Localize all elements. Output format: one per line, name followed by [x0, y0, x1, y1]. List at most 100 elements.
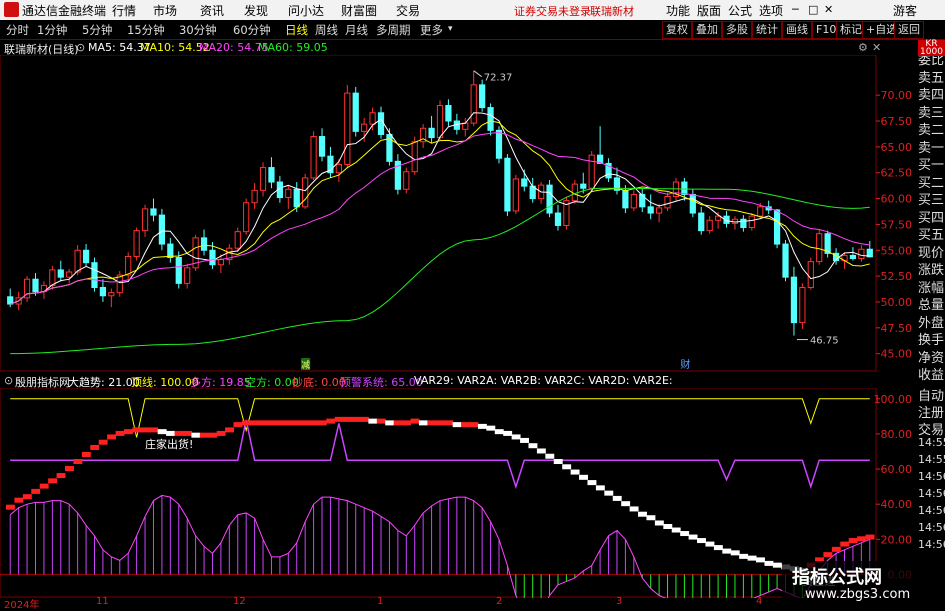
indicator-expand-icon[interactable]: ⊙ [4, 374, 13, 387]
side-panel-item[interactable]: 收益 [918, 364, 945, 383]
candlestick-chart[interactable]: 45.00 47.50 50.00 52.50 55.00 57.50 60.00 62.50… [0, 55, 912, 372]
tab-15min[interactable]: 15分钟 [127, 22, 165, 38]
side-panel-item[interactable]: 买五 [918, 224, 945, 243]
candle [259, 167, 267, 191]
trend-block [123, 429, 133, 435]
menu-item-trade[interactable]: 交易 [396, 2, 420, 19]
candle [630, 193, 637, 209]
tab-multi-period[interactable]: 多周期 [376, 22, 411, 38]
side-panel-item[interactable]: 现价 [918, 242, 945, 261]
trend-block [621, 501, 631, 507]
menu-item-function[interactable]: 功能 [666, 2, 690, 19]
side-panel-item[interactable]: 买三 [918, 189, 945, 208]
side-panel-item[interactable]: 14:56 [918, 470, 945, 483]
menu-item-market[interactable]: 市场 [153, 2, 177, 19]
y-tick-label: 45.00 [881, 348, 913, 361]
watermark-url: www.zbgs3.com [805, 587, 911, 602]
settings-gear-icon[interactable]: ⚙ [858, 41, 868, 54]
side-panel-item[interactable]: 净资 [918, 347, 945, 366]
candle [757, 206, 764, 217]
menu-item-layout[interactable]: 版面 [697, 2, 721, 19]
side-panel-item[interactable]: 卖三 [918, 102, 945, 121]
side-panel-item[interactable]: 14:55 [918, 453, 945, 466]
adjust-button[interactable]: 复权 [662, 21, 692, 39]
trend-block [511, 434, 521, 440]
candle [200, 237, 208, 251]
menu-item-news[interactable]: 资讯 [200, 2, 224, 19]
menu-item-quotes[interactable]: 行情 [112, 2, 136, 19]
side-panel-item[interactable]: 卖二 [918, 119, 945, 138]
side-panel-item[interactable]: 卖四 [918, 84, 945, 103]
side-panel-item[interactable]: 卖一 [918, 137, 945, 156]
close-icon[interactable]: ✕ [824, 3, 833, 16]
trend-block [73, 459, 83, 465]
tab-60min[interactable]: 60分钟 [233, 22, 271, 38]
side-panel-item[interactable]: 14:56 [918, 521, 945, 534]
tab-30min[interactable]: 30分钟 [179, 22, 217, 38]
y-tick-label: 55.00 [881, 244, 913, 257]
kr-badge[interactable]: KR 1000 [918, 40, 945, 57]
chart-close-icon[interactable]: ✕ [872, 41, 881, 54]
candle [689, 193, 696, 214]
trend-block [216, 430, 226, 436]
maximize-icon[interactable]: □ [808, 3, 818, 16]
trend-block [764, 560, 774, 566]
side-panel-item[interactable]: 总量 [918, 294, 945, 313]
trend-block [317, 420, 327, 426]
menu-item-options[interactable]: 选项 [759, 2, 783, 19]
tab-daily[interactable]: 日线 [285, 22, 308, 38]
side-panel-item[interactable]: 卖五 [918, 67, 945, 86]
side-panel-item[interactable]: 换手 [918, 329, 945, 348]
side-panel-item[interactable]: 14:56 [918, 538, 945, 551]
trend-block [562, 464, 572, 470]
side-panel-item[interactable]: 14:56 [918, 487, 945, 500]
y-tick-label: 70.00 [881, 89, 913, 102]
login-warning[interactable]: 证券交易未登录 [514, 3, 591, 19]
candle [49, 269, 56, 286]
back-button[interactable]: 返回 [894, 21, 924, 39]
y-tick-label: 67.50 [881, 115, 913, 128]
trend-block [258, 420, 268, 426]
tab-timeshare[interactable]: 分时 [6, 22, 29, 38]
trend-block [191, 432, 201, 438]
trend-block [545, 453, 555, 459]
tab-5min[interactable]: 5分钟 [82, 22, 112, 38]
tab-weekly[interactable]: 周线 [315, 22, 338, 38]
trend-block [629, 506, 639, 512]
tab-more[interactable]: 更多 [420, 22, 443, 38]
expand-icon[interactable]: ⊙ [76, 41, 85, 54]
menu-item-ask[interactable]: 问小达 [288, 2, 324, 19]
minimize-icon[interactable]: ─ [792, 3, 799, 16]
side-panel-item[interactable]: 涨幅 [918, 277, 945, 296]
candle [116, 274, 123, 294]
side-panel-item[interactable]: 涨跌 [918, 259, 945, 278]
statistics-button[interactable]: 统计 [752, 21, 782, 39]
trend-block [772, 562, 782, 568]
side-panel-item[interactable]: 买二 [918, 172, 945, 191]
candle [234, 231, 241, 249]
trend-block [680, 531, 690, 537]
side-panel-item[interactable]: 买一 [918, 154, 945, 173]
candle [411, 141, 418, 173]
tab-monthly[interactable]: 月线 [345, 22, 368, 38]
overlay-button[interactable]: 叠加 [692, 21, 722, 39]
draw-line-button[interactable]: 画线 [782, 21, 812, 39]
side-panel-item[interactable]: 14:55 [918, 436, 945, 449]
side-panel-item[interactable]: 14:56 [918, 504, 945, 517]
trend-block [410, 418, 420, 424]
chevron-down-icon[interactable]: ▾ [448, 24, 453, 34]
side-panel-item[interactable]: 外盘 [918, 312, 945, 331]
trend-block [14, 497, 24, 503]
visitor-label[interactable]: 游客 [893, 2, 917, 19]
indicator-chart[interactable]: 0.0020.0040.0060.0080.00100.00庄家出货!资金进 [0, 388, 912, 598]
side-panel-item[interactable]: 买四 [918, 207, 945, 226]
candle [285, 188, 292, 199]
multi-stock-button[interactable]: 多股 [722, 21, 752, 39]
menu-item-discover[interactable]: 发现 [244, 2, 268, 19]
menu-item-wealth[interactable]: 财富圈 [341, 2, 377, 19]
candle [318, 136, 326, 157]
tab-1min[interactable]: 1分钟 [37, 22, 67, 38]
trend-block [81, 451, 91, 457]
trend-block [48, 478, 58, 484]
menu-item-formula[interactable]: 公式 [728, 2, 752, 19]
